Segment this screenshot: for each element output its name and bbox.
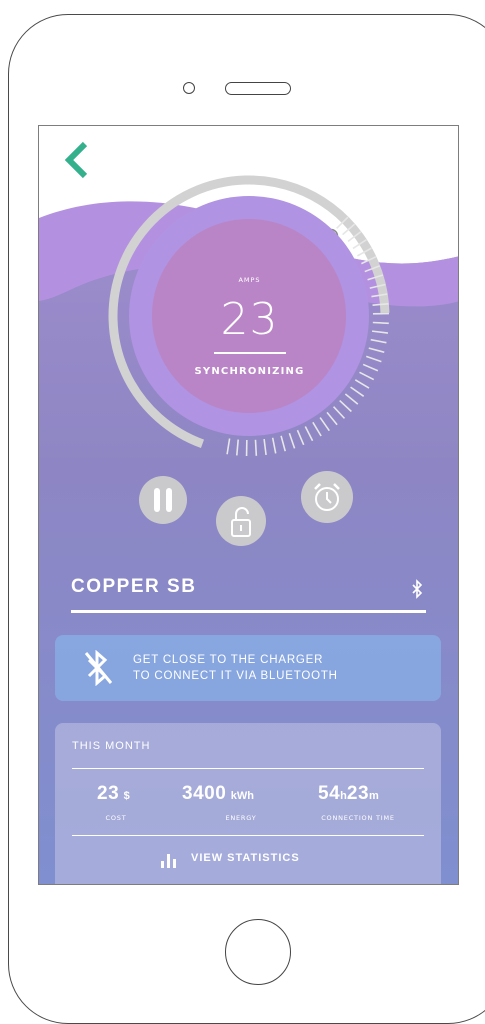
bluetooth-message-line1: GET CLOSE TO THE CHARGER xyxy=(133,654,323,666)
pause-icon xyxy=(139,476,187,524)
amp-tick xyxy=(313,422,321,436)
amp-tick xyxy=(355,380,369,388)
cost-value: 23 $ xyxy=(97,783,130,805)
amp-tick xyxy=(327,412,337,424)
speaker xyxy=(225,82,291,95)
amp-tick xyxy=(366,356,381,361)
alarm-button[interactable] xyxy=(301,471,353,523)
stats-title: THIS MONTH xyxy=(72,740,150,752)
alarm-clock-icon xyxy=(301,471,353,523)
cost-label: COST xyxy=(56,814,176,822)
amp-tick xyxy=(320,418,329,431)
sync-status: SYNCHRONIZING xyxy=(39,366,459,377)
amp-tick xyxy=(340,401,352,412)
stats-divider-bottom xyxy=(72,835,424,836)
energy-value: 3400 kWh xyxy=(182,783,254,805)
amp-tick xyxy=(255,440,256,456)
device-name: COPPER SB xyxy=(71,576,196,598)
lock-button[interactable] xyxy=(216,496,266,546)
amp-tick xyxy=(305,426,312,440)
bluetooth-icon xyxy=(411,579,423,599)
amp-tick xyxy=(351,387,364,396)
amps-label: AMPS xyxy=(39,276,459,284)
amp-tick xyxy=(273,438,276,454)
monthly-stats-card: THIS MONTH 23 $ COST 3400 kWh ENERGY 54h… xyxy=(55,723,441,885)
view-statistics-button[interactable]: VIEW STATISTICS xyxy=(155,849,345,871)
camera xyxy=(183,82,195,94)
amps-value: 23 xyxy=(39,294,459,345)
unlocked-padlock-icon xyxy=(216,496,266,546)
pause-button[interactable] xyxy=(139,476,187,524)
app-screen: AMPS 23 SYNCHRONIZING COPPER SB xyxy=(38,125,459,885)
amp-tick xyxy=(227,438,230,454)
connection-time-label: CONNECTION TIME xyxy=(298,814,418,822)
dial-divider xyxy=(214,352,286,354)
amp-tick xyxy=(297,430,303,445)
amp-tick xyxy=(289,433,294,448)
amp-tick xyxy=(264,439,266,455)
bluetooth-disabled-icon xyxy=(81,650,115,686)
bar-chart-icon xyxy=(159,851,181,869)
bluetooth-notice: GET CLOSE TO THE CHARGER TO CONNECT IT V… xyxy=(55,635,441,701)
stats-divider-top xyxy=(72,768,424,769)
amp-tick xyxy=(237,440,238,456)
home-button[interactable] xyxy=(225,919,291,985)
view-statistics-label: VIEW STATISTICS xyxy=(191,852,300,864)
energy-label: ENERGY xyxy=(181,814,301,822)
amp-tick xyxy=(334,407,345,419)
chevron-left-icon[interactable] xyxy=(61,140,91,180)
amp-tick xyxy=(281,436,285,451)
amp-tick xyxy=(369,348,384,352)
device-underline xyxy=(71,610,426,613)
connection-time-value: 54h23m xyxy=(318,783,379,805)
bluetooth-message-line2: TO CONNECT IT VIA BLUETOOTH xyxy=(133,670,338,682)
amp-tick xyxy=(345,394,357,404)
